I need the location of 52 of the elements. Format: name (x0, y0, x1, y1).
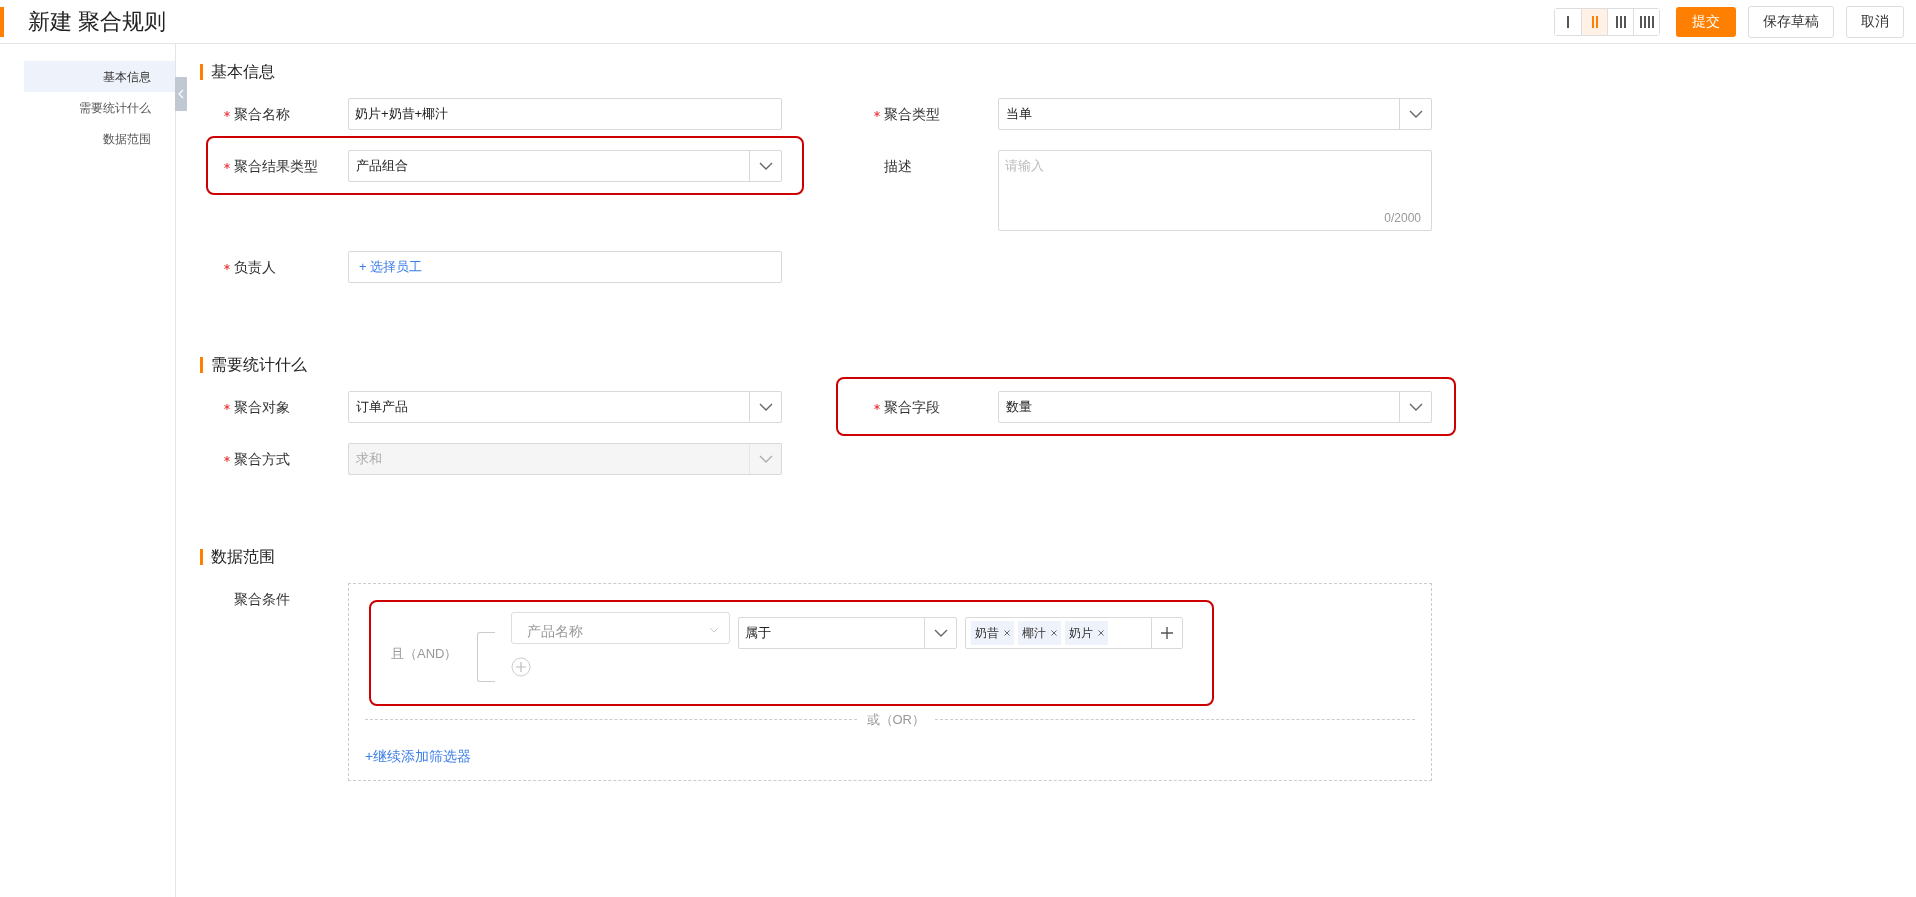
remove-icon[interactable] (1098, 630, 1104, 636)
required-mark-icon (874, 404, 880, 410)
employee-picker[interactable]: + 选择员工 (348, 251, 782, 283)
tag-text: 椰汁 (1022, 625, 1046, 642)
field-label: 聚合条件 (234, 591, 290, 607)
toolbar-button[interactable]: 取消 (1846, 5, 1904, 38)
select-field[interactable]: 订单产品 (348, 391, 782, 423)
field-label: 聚合名称 (234, 104, 290, 124)
required-mark-icon (224, 264, 230, 270)
collapse-handle[interactable] (175, 77, 187, 111)
select-field[interactable]: 数量 (998, 391, 1432, 423)
character-counter: 0/2000 (1384, 210, 1421, 227)
remove-icon[interactable] (1051, 630, 1057, 636)
select-field[interactable]: 当单 (998, 98, 1432, 130)
plus-icon[interactable] (1161, 627, 1173, 639)
sidebar-item[interactable]: 基本信息 (24, 61, 175, 92)
section-title: 基本信息 (211, 62, 275, 82)
required-mark-icon (224, 456, 230, 462)
section-accent-bar (200, 64, 203, 80)
bracket-line (477, 632, 495, 682)
field-label: 聚合对象 (234, 397, 290, 417)
section-title: 需要统计什么 (211, 355, 307, 375)
sidebar-item[interactable]: 数据范围 (24, 123, 175, 154)
column-layout-button[interactable] (1633, 8, 1659, 35)
select-field[interactable]: 属于 (738, 617, 957, 649)
field-label: 聚合字段 (884, 397, 940, 417)
select-field[interactable]: 产品组合 (348, 150, 782, 182)
text-input[interactable]: 奶片+奶昔+椰汁 (348, 98, 782, 130)
section-accent-bar (200, 549, 203, 565)
or-label: 或（OR） (865, 711, 926, 729)
required-mark-icon (224, 163, 230, 169)
add-condition-button[interactable] (511, 657, 531, 677)
logic-label: 且（AND） (391, 645, 459, 663)
field-label: 聚合类型 (884, 104, 940, 124)
field-label: 负责人 (234, 257, 276, 277)
add-filter-link[interactable]: +继续添加筛选器 (365, 745, 472, 767)
remove-icon[interactable] (1004, 630, 1010, 636)
section-accent-bar (200, 357, 203, 373)
field-label: 聚合结果类型 (234, 156, 318, 176)
chevron-down-icon[interactable] (709, 627, 719, 633)
field-label: 描述 (884, 156, 912, 176)
field-label: 聚合方式 (234, 449, 290, 469)
section-title: 数据范围 (211, 547, 275, 567)
page-title: 新建 聚合规则 (28, 8, 168, 36)
tag-text: 奶片 (1069, 625, 1093, 642)
title-accent-bar (0, 6, 4, 37)
required-mark-icon (224, 111, 230, 117)
required-mark-icon (874, 111, 880, 117)
toolbar-button[interactable]: 保存草稿 (1748, 5, 1834, 38)
tag-text: 奶昔 (975, 625, 999, 642)
required-mark-icon (224, 404, 230, 410)
sidebar-item[interactable]: 需要统计什么 (24, 92, 175, 123)
